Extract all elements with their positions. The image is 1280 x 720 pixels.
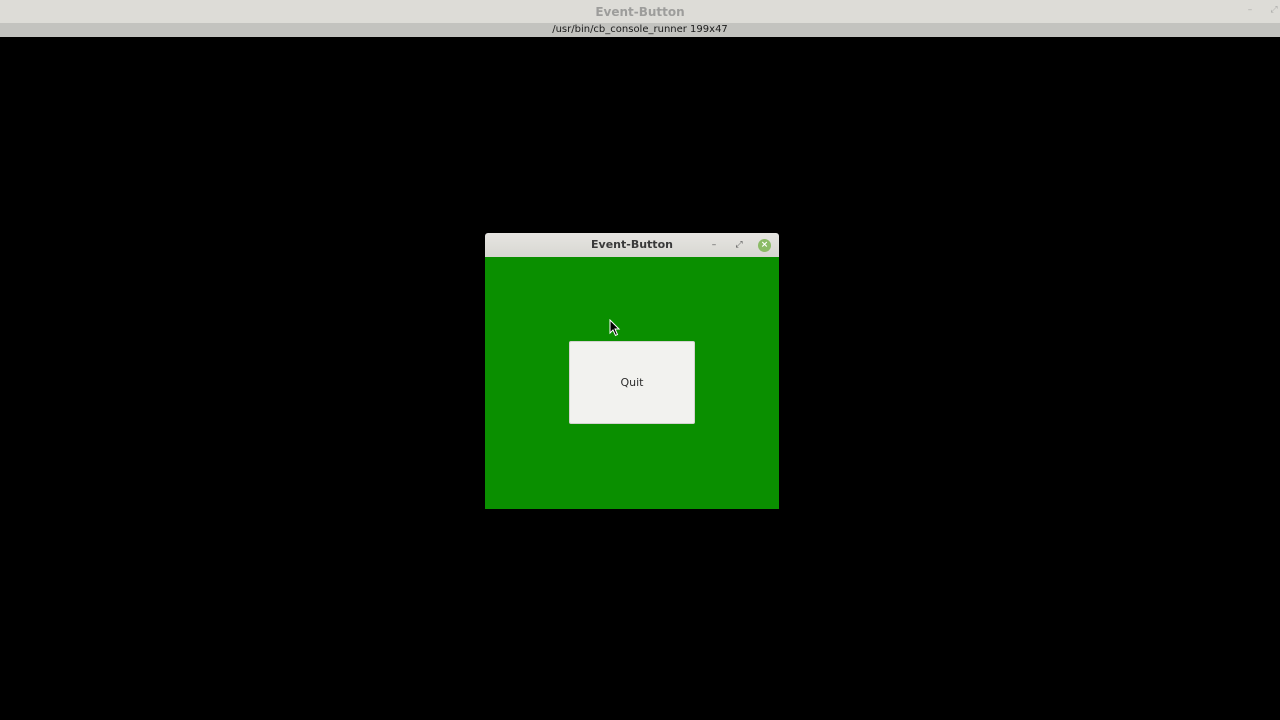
close-icon[interactable]: × [758,239,771,252]
terminal-titlebar[interactable]: Event-Button – ⤢ [0,0,1280,23]
terminal-info-text: /usr/bin/cb_console_runner 199x47 [552,24,728,35]
desktop-screen: Event-Button – ⤢ /usr/bin/cb_console_run… [0,0,1280,720]
window-content: Quit [485,257,779,509]
terminal-maximize-icon[interactable]: ⤢ [1268,4,1280,16]
terminal-title: Event-Button [595,5,685,19]
quit-button[interactable]: Quit [569,341,695,424]
event-button-window: Event-Button – ⤢ × Quit [485,233,779,509]
minimize-icon[interactable]: – [708,239,720,251]
mouse-pointer-icon [609,319,621,337]
terminal-minimize-icon[interactable]: – [1244,4,1256,16]
terminal-infobar: /usr/bin/cb_console_runner 199x47 [0,23,1280,37]
maximize-icon[interactable]: ⤢ [733,239,745,251]
window-titlebar[interactable]: Event-Button – ⤢ × [485,233,779,257]
